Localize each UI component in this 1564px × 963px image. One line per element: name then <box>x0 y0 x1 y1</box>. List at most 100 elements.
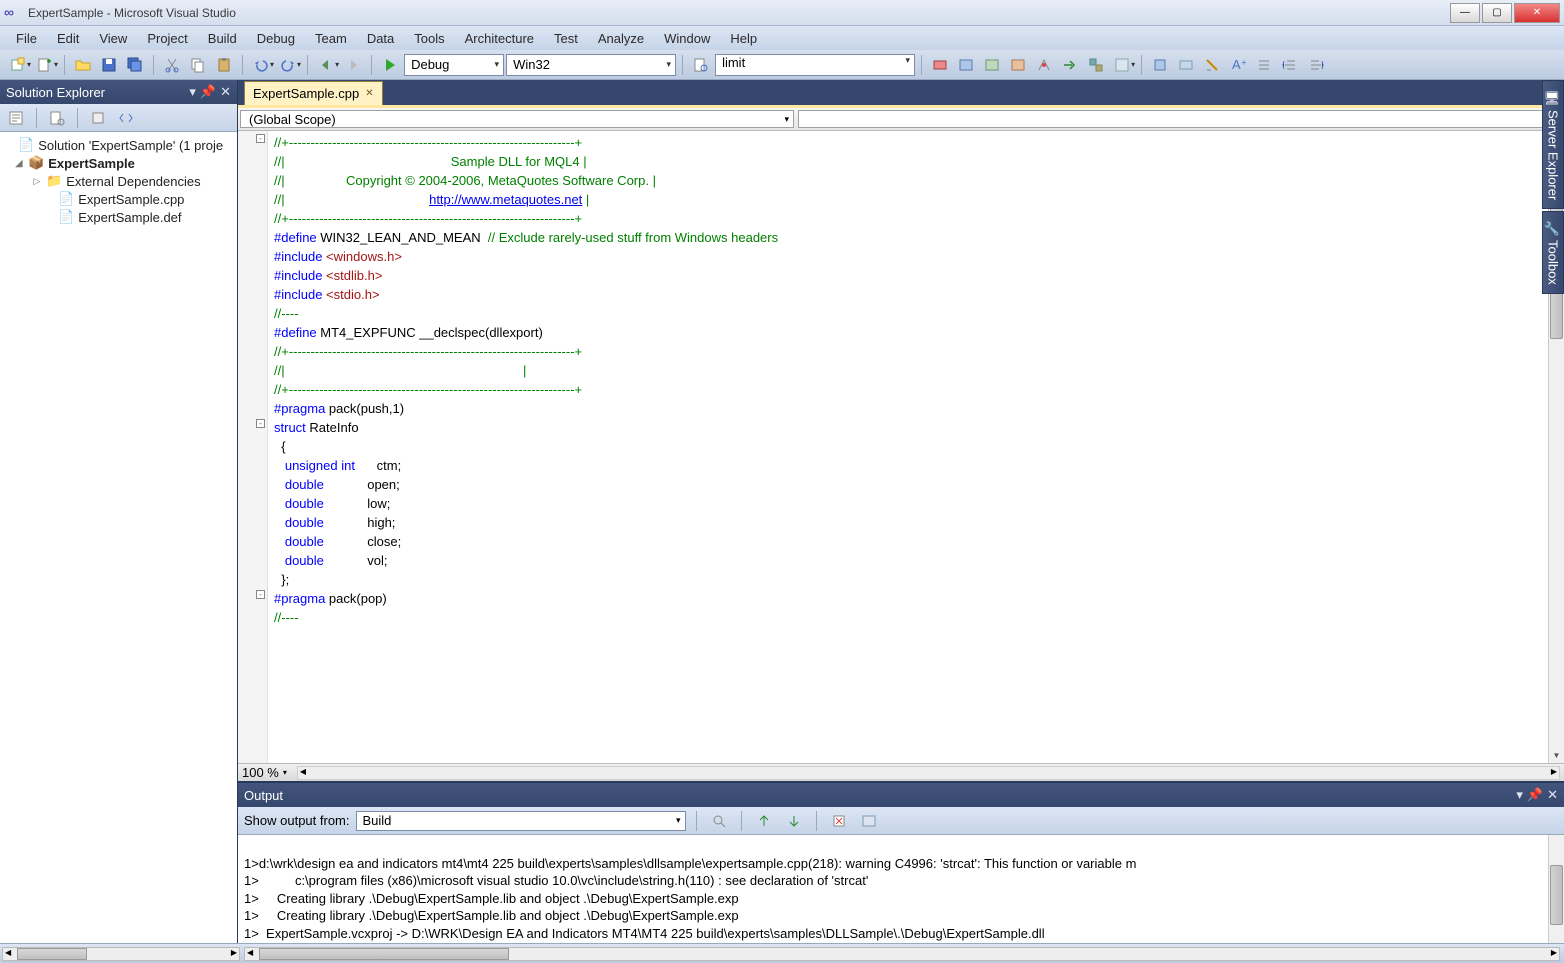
output-next-button[interactable] <box>782 810 806 832</box>
fold-icon[interactable]: - <box>256 134 265 143</box>
tool-icon-3[interactable] <box>980 54 1004 76</box>
se-hscrollbar[interactable]: ◀▶ <box>2 947 240 961</box>
cpp-file-icon: 📄 <box>58 191 74 207</box>
tree-solution-node[interactable]: 📄Solution 'ExpertSample' (1 proje <box>0 136 237 154</box>
menu-debug[interactable]: Debug <box>249 29 303 48</box>
nav-forward-button[interactable] <box>341 54 365 76</box>
tool-icon-4[interactable] <box>1006 54 1030 76</box>
tool-icon-13[interactable] <box>1252 54 1276 76</box>
tool-icon-11[interactable] <box>1200 54 1224 76</box>
menu-view[interactable]: View <box>91 29 135 48</box>
maximize-button[interactable]: ▢ <box>1482 3 1512 23</box>
tool-icon-5[interactable] <box>1032 54 1056 76</box>
menu-window[interactable]: Window <box>656 29 718 48</box>
save-button[interactable] <box>97 54 121 76</box>
tool-icon-6[interactable] <box>1058 54 1082 76</box>
main-toolbar: ▾ ▾ ▾ ▾ ▾ Debug Win32 limit ▾ A⁺ <box>0 50 1564 80</box>
menu-data[interactable]: Data <box>359 29 402 48</box>
output-find-button[interactable] <box>707 810 731 832</box>
editor-panel: ExpertSample.cpp ✕ ▾ (Global Scope) - - … <box>238 80 1564 781</box>
paste-button[interactable] <box>212 54 236 76</box>
copy-button[interactable] <box>186 54 210 76</box>
editor-tab-bar: ExpertSample.cpp ✕ ▾ <box>238 80 1564 105</box>
menu-build[interactable]: Build <box>200 29 245 48</box>
tool-icon-2[interactable] <box>954 54 978 76</box>
output-line: 1> Creating library .\Debug\ExpertSample… <box>244 908 739 923</box>
zoom-dropdown-icon[interactable]: ▾ <box>283 768 287 777</box>
tool-icon-12[interactable]: A⁺ <box>1226 54 1250 76</box>
tool-icon-9[interactable] <box>1148 54 1172 76</box>
tree-cpp-file[interactable]: 📄 ExpertSample.cpp <box>0 190 237 208</box>
folder-icon: 📁 <box>46 173 62 189</box>
menu-team[interactable]: Team <box>307 29 355 48</box>
tree-project-node[interactable]: ◢📦ExpertSample <box>0 154 237 172</box>
output-wrap-button[interactable] <box>857 810 881 832</box>
output-line: 1> ExpertSample.vcxproj -> D:\WRK\Design… <box>244 926 1045 941</box>
start-debug-button[interactable] <box>378 54 402 76</box>
menu-help[interactable]: Help <box>722 29 765 48</box>
panel-close-icon[interactable]: ✕ <box>220 84 231 100</box>
tab-close-icon[interactable]: ✕ <box>365 88 373 99</box>
se-show-all-button[interactable] <box>45 107 69 129</box>
editor-hscrollbar[interactable]: ◀▶ <box>297 766 1560 780</box>
tool-icon-10[interactable] <box>1174 54 1198 76</box>
panel-menu-icon[interactable]: ▾ <box>1516 787 1523 803</box>
right-dock: 🖥Server Explorer 🔧Toolbox <box>1542 80 1564 294</box>
open-file-button[interactable] <box>71 54 95 76</box>
se-properties-button[interactable] <box>4 107 28 129</box>
panel-close-icon[interactable]: ✕ <box>1547 787 1558 803</box>
cut-button[interactable] <box>160 54 184 76</box>
member-dropdown[interactable] <box>798 110 1562 128</box>
solution-platform-combo[interactable]: Win32 <box>506 54 676 76</box>
fold-icon[interactable]: - <box>256 590 265 599</box>
solution-explorer-panel: Solution Explorer ▾ 📌 ✕ 📄Solution 'Exper… <box>0 80 238 943</box>
output-source-combo[interactable]: Build <box>356 811 686 831</box>
output-panel: Output ▾ 📌 ✕ Show output from: Build <box>238 781 1564 943</box>
output-body[interactable]: 1>d:\wrk\design ea and indicators mt4\mt… <box>238 835 1564 943</box>
menu-test[interactable]: Test <box>546 29 586 48</box>
output-title: Output <box>244 788 283 803</box>
fold-icon[interactable]: - <box>256 419 265 428</box>
menu-file[interactable]: File <box>8 29 45 48</box>
panel-pin-icon[interactable]: 📌 <box>200 84 216 100</box>
toolbox-tab[interactable]: 🔧Toolbox <box>1542 211 1564 294</box>
tool-icon-15[interactable] <box>1304 54 1328 76</box>
menu-analyze[interactable]: Analyze <box>590 29 652 48</box>
scope-dropdown[interactable]: (Global Scope) <box>240 110 794 128</box>
def-file-label: ExpertSample.def <box>78 210 181 225</box>
editor-tab-active[interactable]: ExpertSample.cpp ✕ <box>244 81 383 105</box>
editor-gutter <box>238 131 268 763</box>
server-explorer-tab[interactable]: 🖥Server Explorer <box>1542 80 1564 209</box>
solution-config-combo[interactable]: Debug <box>404 54 504 76</box>
minimize-button[interactable]: — <box>1450 3 1480 23</box>
scroll-down-icon[interactable]: ▼ <box>1549 747 1564 763</box>
ext-deps-label: External Dependencies <box>66 174 200 189</box>
se-refresh-button[interactable] <box>86 107 110 129</box>
output-clear-button[interactable] <box>827 810 851 832</box>
vs-logo-icon: ∞ <box>4 4 22 22</box>
tool-icon-1[interactable] <box>928 54 952 76</box>
quick-find-input[interactable]: limit <box>715 54 915 76</box>
output-vscrollbar[interactable] <box>1548 835 1564 943</box>
output-header: Output ▾ 📌 ✕ <box>238 783 1564 807</box>
se-view-code-button[interactable] <box>114 107 138 129</box>
output-toolbar: Show output from: Build <box>238 807 1564 835</box>
cpp-file-label: ExpertSample.cpp <box>78 192 184 207</box>
code-editor[interactable]: - - - //+-------------------------------… <box>238 131 1564 763</box>
tree-def-file[interactable]: 📄ExpertSample.def <box>0 208 237 226</box>
menu-architecture[interactable]: Architecture <box>457 29 542 48</box>
tool-icon-7[interactable] <box>1084 54 1108 76</box>
close-button[interactable]: ✕ <box>1514 3 1560 23</box>
output-prev-button[interactable] <box>752 810 776 832</box>
tool-icon-14[interactable] <box>1278 54 1302 76</box>
tree-ext-deps[interactable]: ▷📁External Dependencies <box>0 172 237 190</box>
menu-tools[interactable]: Tools <box>406 29 452 48</box>
output-hscrollbar[interactable]: ◀▶ <box>244 947 1560 961</box>
output-line: 1> c:\program files (x86)\microsoft visu… <box>244 873 868 888</box>
panel-menu-icon[interactable]: ▾ <box>189 84 196 100</box>
menu-project[interactable]: Project <box>139 29 195 48</box>
find-in-files-button[interactable] <box>689 54 713 76</box>
save-all-button[interactable] <box>123 54 147 76</box>
panel-pin-icon[interactable]: 📌 <box>1527 787 1543 803</box>
menu-edit[interactable]: Edit <box>49 29 87 48</box>
